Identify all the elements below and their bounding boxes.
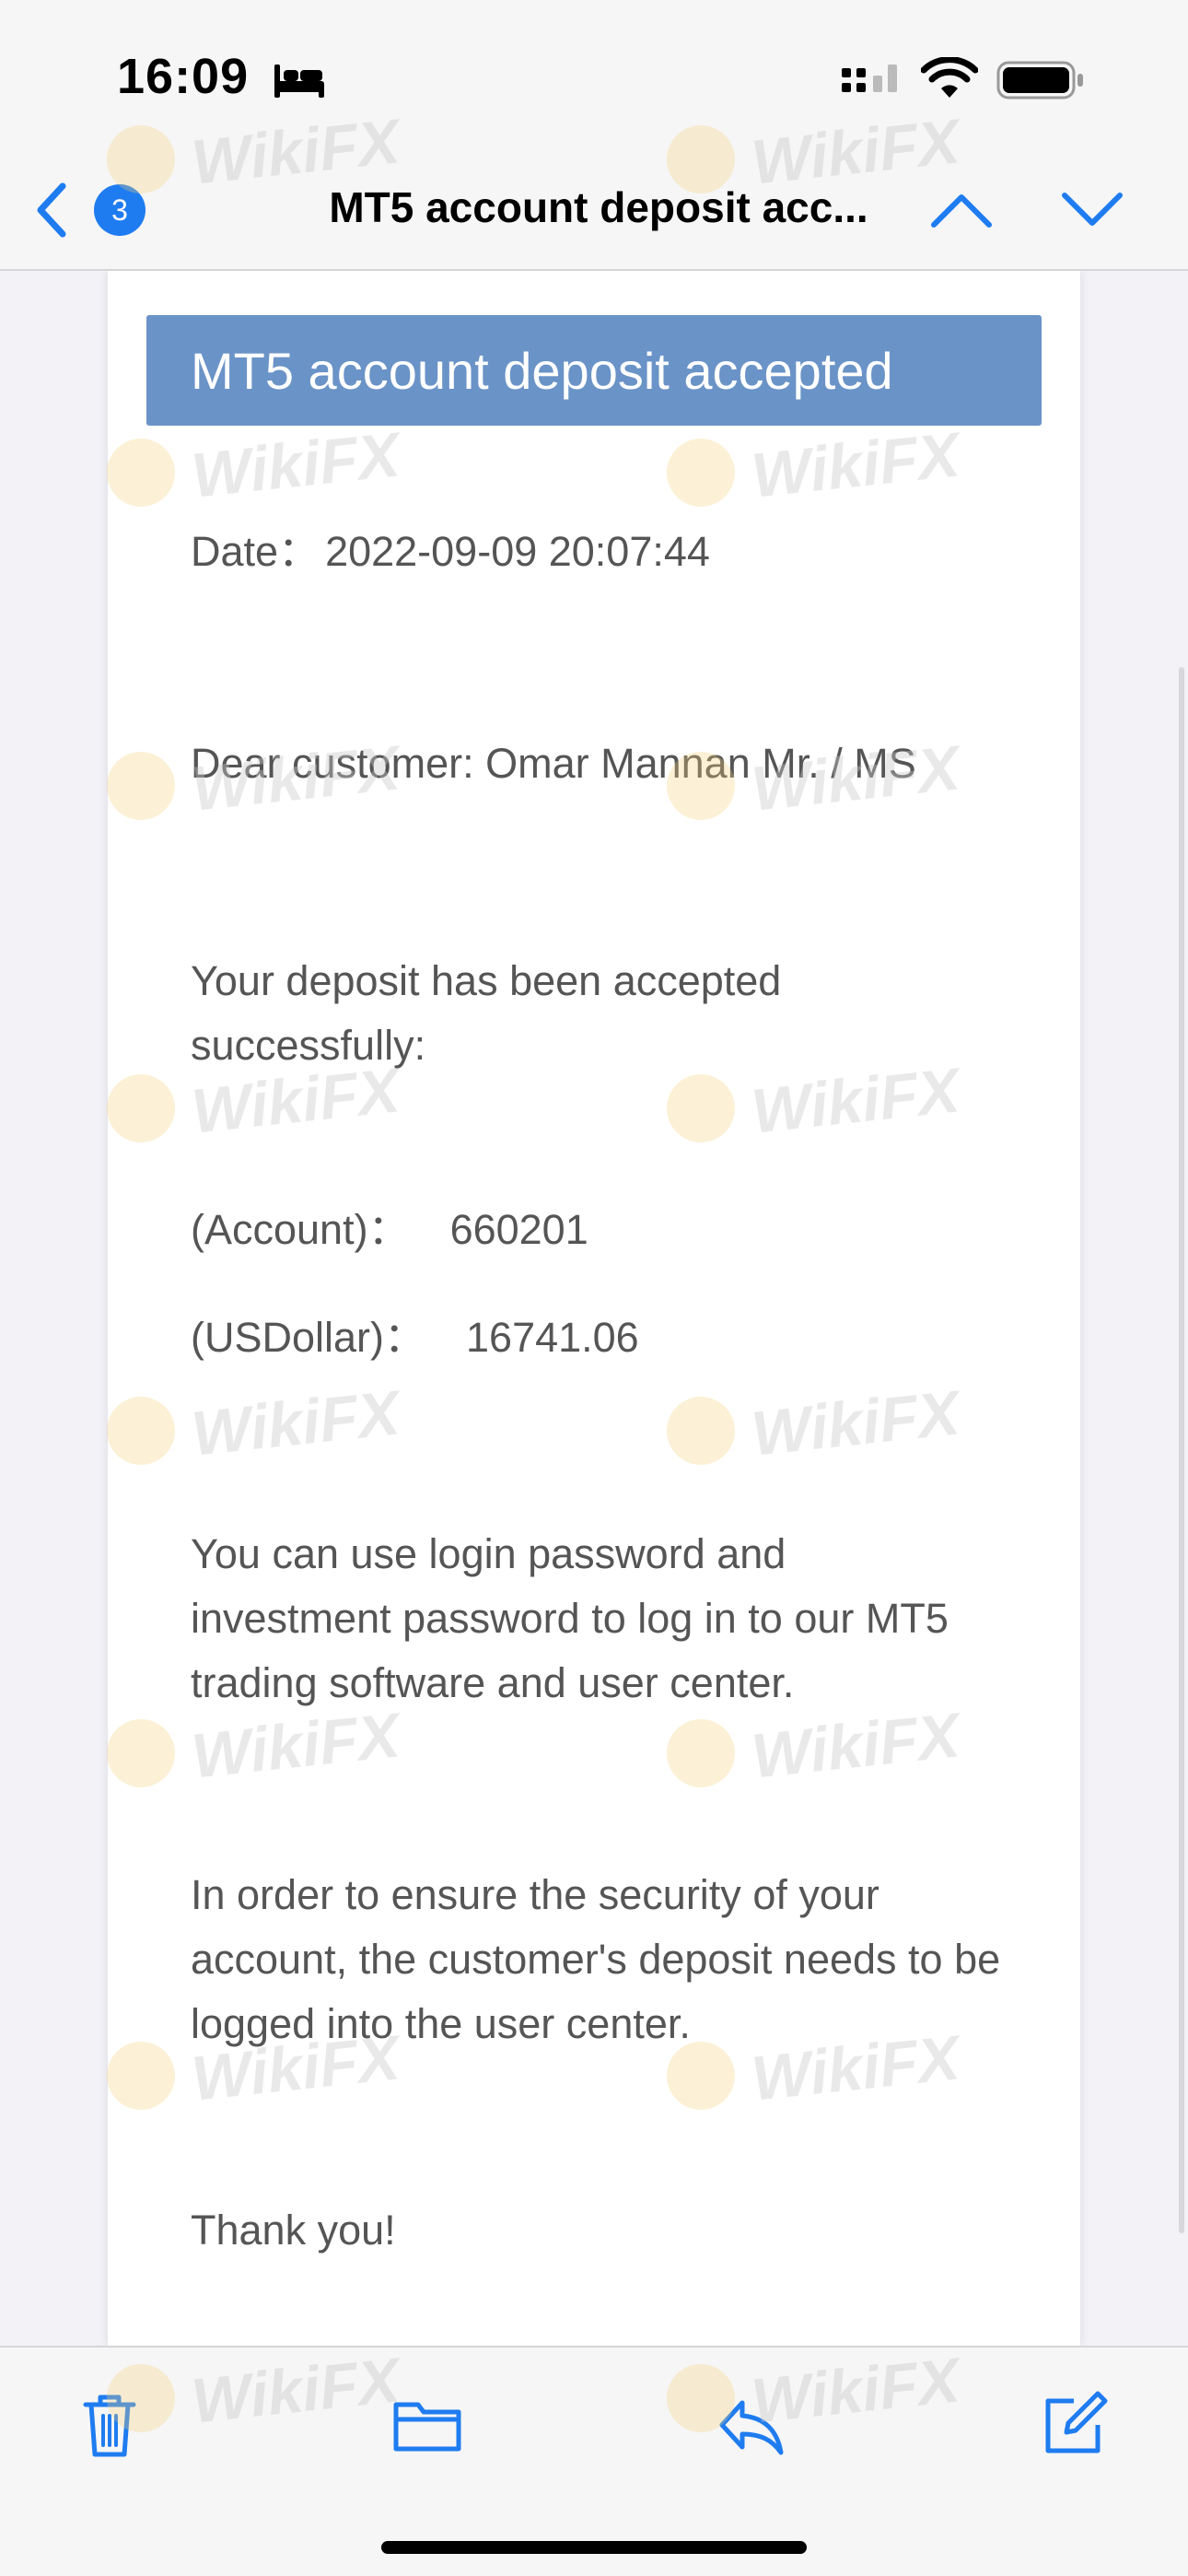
banner-title: MT5 account deposit accepted — [191, 342, 893, 400]
wifi-icon — [921, 57, 978, 98]
date-value: 2022-09-09 20:07:44 — [325, 528, 710, 575]
greeting: Dear customer: Omar Mannan Mr. / MS — [191, 740, 916, 787]
email-scroll-area[interactable]: MT5 account deposit accepted Date： 2022-0… — [0, 271, 1188, 2346]
nav-bar: 3 MT5 account deposit acc... — [0, 157, 1188, 271]
status-bar: 16:09 — [0, 0, 1188, 157]
email-body: MT5 account deposit accepted Date： 2022-0… — [108, 271, 1080, 2346]
back-chevron-icon[interactable] — [31, 181, 72, 240]
date-label: Date： — [191, 528, 320, 575]
amount-row: (USDollar)： 16741.06 — [191, 1306, 1019, 1370]
closing: Thank you! — [191, 2207, 396, 2254]
status-time: 16:09 — [117, 49, 250, 104]
home-indicator[interactable] — [381, 2541, 807, 2554]
cellular-signal-icon — [842, 64, 897, 92]
login-info: You can use login password and investmen… — [191, 1530, 949, 1706]
message-title: MT5 account deposit acc... — [329, 183, 868, 231]
compose-icon[interactable] — [1037, 2388, 1111, 2462]
amount-label: (USDollar)： — [191, 1314, 426, 1361]
next-message-icon[interactable] — [1061, 190, 1124, 230]
date-row: Date： 2022-09-09 20:07:44 — [191, 520, 1019, 584]
security-note: In order to ensure the security of your … — [191, 1871, 1001, 2047]
deposit-message: Your deposit has been accepted successfu… — [191, 957, 782, 1069]
reply-icon[interactable] — [715, 2388, 788, 2462]
battery-icon — [996, 61, 1083, 100]
amount-value: 16741.06 — [466, 1314, 639, 1361]
account-label: (Account)： — [191, 1206, 410, 1253]
email-banner: MT5 account deposit accepted — [146, 315, 1042, 426]
trash-icon[interactable] — [73, 2388, 146, 2462]
unread-count-badge[interactable]: 3 — [94, 184, 146, 236]
folder-icon[interactable] — [390, 2388, 464, 2462]
scroll-indicator — [1179, 667, 1184, 2233]
account-value: 660201 — [449, 1206, 588, 1253]
account-row: (Account)： 660201 — [191, 1198, 1019, 1262]
previous-message-icon[interactable] — [930, 190, 993, 230]
bed-icon — [274, 64, 324, 98]
